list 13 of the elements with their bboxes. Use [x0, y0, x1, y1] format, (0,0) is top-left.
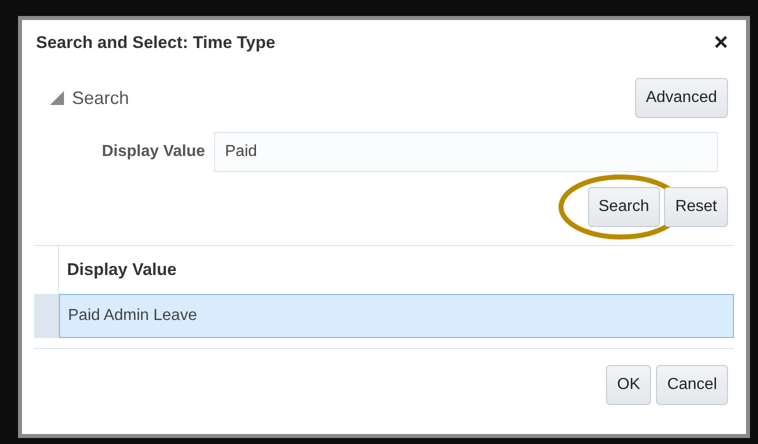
dialog-title: Search and Select: Time Type — [36, 33, 276, 53]
input-field[interactable]: Paid — [214, 132, 718, 172]
column-header: Display Value — [66, 259, 178, 281]
reset-button[interactable]: Reset — [664, 187, 728, 227]
search-button[interactable]: Search — [588, 187, 660, 227]
ok-button[interactable]: OK — [606, 365, 652, 405]
advanced-button[interactable]: Advanced — [634, 78, 728, 118]
close-button[interactable]: × — [710, 29, 732, 57]
table-row[interactable]: Paid Admin Leave — [59, 294, 734, 338]
search-section-toggle[interactable]: Search — [50, 88, 130, 108]
triangle-icon — [50, 91, 64, 105]
cancel-button[interactable]: Cancel — [656, 365, 728, 405]
field-label: Display Value — [100, 143, 206, 161]
